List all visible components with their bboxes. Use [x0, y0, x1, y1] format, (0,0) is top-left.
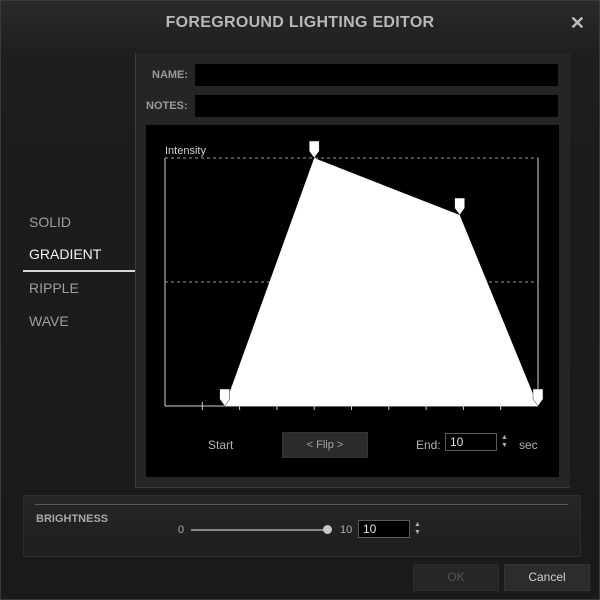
brightness-title: BRIGHTNESS: [36, 513, 109, 525]
brightness-divider: [35, 504, 568, 505]
window-title: FOREGROUND LIGHTING EDITOR: [165, 14, 435, 31]
notes-label: NOTES:: [146, 100, 188, 112]
brightness-spin-up-icon[interactable]: ▲: [414, 521, 422, 528]
brightness-slider-thumb[interactable]: [323, 525, 332, 534]
name-label: NAME:: [152, 69, 189, 81]
flip-button[interactable]: < Flip >: [282, 432, 368, 458]
close-icon[interactable]: ✕: [570, 13, 585, 33]
intensity-graph[interactable]: Intensity Start < Flip > End: ▲ ▼ sec: [146, 125, 559, 477]
brightness-section: BRIGHTNESS 0 10 ▲ ▼: [23, 495, 581, 557]
nav-item-ripple[interactable]: RIPPLE: [23, 272, 135, 305]
notes-input[interactable]: [195, 95, 558, 117]
gradient-panel: NAME: NOTES: Intensity Start < Flip > En…: [135, 53, 570, 488]
intensity-axis-label: Intensity: [165, 145, 206, 157]
keyframe-handle[interactable]: [308, 140, 320, 159]
end-label: End:: [416, 438, 441, 452]
brightness-spin-down-icon[interactable]: ▼: [414, 529, 422, 536]
lighting-editor-window: FOREGROUND LIGHTING EDITOR ✕ SOLID GRADI…: [0, 0, 600, 600]
intensity-graph-canvas[interactable]: [146, 125, 559, 477]
sec-unit-label: sec: [519, 438, 538, 452]
nav-item-gradient[interactable]: GRADIENT: [23, 239, 135, 272]
brightness-max-label: 10: [340, 524, 353, 536]
effect-type-nav: SOLID GRADIENT RIPPLE WAVE: [23, 206, 135, 338]
ok-button[interactable]: OK: [413, 564, 499, 591]
brightness-min-label: 0: [178, 524, 185, 536]
end-spin-up-icon[interactable]: ▲: [501, 434, 509, 441]
start-label: Start: [208, 438, 234, 452]
keyframe-handle[interactable]: [454, 197, 465, 216]
nav-item-solid[interactable]: SOLID: [23, 206, 135, 239]
end-spin-down-icon[interactable]: ▼: [501, 442, 509, 449]
name-input[interactable]: [195, 64, 558, 86]
cancel-button[interactable]: Cancel: [504, 564, 590, 591]
brightness-value-input[interactable]: [358, 520, 410, 538]
nav-item-wave[interactable]: WAVE: [23, 305, 135, 338]
end-duration-input[interactable]: [445, 433, 497, 451]
brightness-slider-track[interactable]: [191, 529, 327, 531]
